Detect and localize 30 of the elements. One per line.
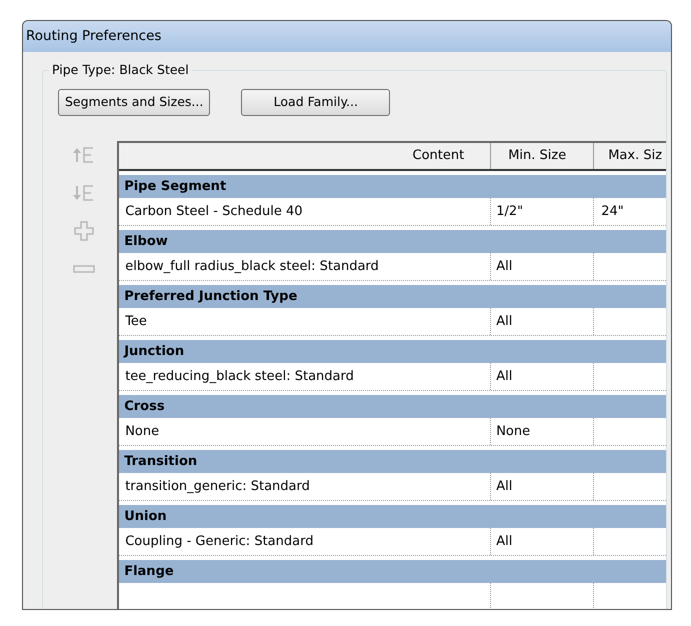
group-name: Pipe Segment xyxy=(124,178,226,196)
group-label: Pipe Type: Black Steel xyxy=(49,62,192,78)
column-header[interactable]: Min. Size xyxy=(491,143,594,169)
table-cell[interactable]: elbow_full radius_black steel: Standard xyxy=(119,253,492,280)
table-cell[interactable]: transition_generic: Standard xyxy=(119,473,492,500)
table-cell[interactable]: All xyxy=(491,473,594,500)
dialog-button[interactable]: Load Family... xyxy=(241,89,390,116)
table-cell[interactable]: All xyxy=(491,363,594,390)
column-header[interactable]: Content xyxy=(119,143,492,169)
group-name: Cross xyxy=(124,398,165,416)
table-cell[interactable]: Carbon Steel - Schedule 40 xyxy=(119,198,492,225)
table-cell[interactable]: None xyxy=(491,418,594,445)
table-cell[interactable]: None xyxy=(119,418,492,445)
window-title: Routing Preferences xyxy=(26,27,162,46)
group-name: Preferred Junction Type xyxy=(124,288,298,306)
table-cell[interactable]: Tee xyxy=(119,308,492,335)
table-cell[interactable]: tee_reducing_black steel: Standard xyxy=(119,363,492,390)
group-name: Transition xyxy=(124,452,198,471)
group-name: Union xyxy=(124,508,167,526)
table-cell[interactable]: All xyxy=(491,528,594,555)
group-name: Elbow xyxy=(124,232,168,251)
table-cell[interactable]: All xyxy=(491,308,594,335)
table-cell[interactable]: Coupling - Generic: Standard xyxy=(119,528,492,555)
dialog-button[interactable]: Segments and Sizes... xyxy=(58,89,210,116)
column-header[interactable]: Max. Siz xyxy=(594,143,666,169)
group-name: Flange xyxy=(124,562,174,581)
group-name: Junction xyxy=(124,342,184,361)
table-cell[interactable]: 1/2" xyxy=(491,198,594,225)
table-cell[interactable]: All xyxy=(491,253,594,280)
table-cell[interactable]: 24" xyxy=(594,198,666,225)
